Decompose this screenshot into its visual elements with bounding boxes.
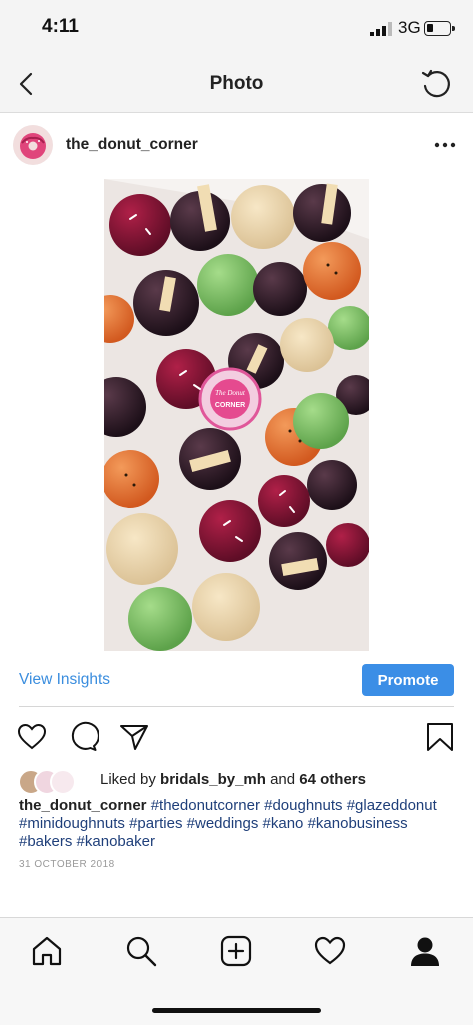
promote-button[interactable]: Promote xyxy=(362,664,454,696)
hashtag[interactable]: #bakers xyxy=(19,833,72,850)
hashtag[interactable]: #weddings xyxy=(187,815,259,832)
battery-icon xyxy=(424,21,455,36)
post-actions: Liked by bridals_by_mh and 64 others the… xyxy=(0,707,473,917)
nav-bar: Photo xyxy=(0,58,473,113)
status-time: 4:11 xyxy=(42,16,79,37)
page-title: Photo xyxy=(209,73,264,94)
signal-icon xyxy=(370,22,392,36)
liked-by-and: and xyxy=(270,771,296,788)
post-caption: the_donut_corner #thedonutcorner #doughn… xyxy=(19,797,459,851)
home-icon[interactable] xyxy=(30,934,64,968)
activity-heart-icon[interactable] xyxy=(313,934,347,968)
avatar[interactable] xyxy=(13,125,53,165)
search-icon[interactable] xyxy=(124,934,158,968)
liked-by-prefix: Liked by xyxy=(100,771,156,788)
photo-container: The Donut CORNER xyxy=(0,179,473,651)
home-indicator[interactable] xyxy=(152,1008,321,1013)
bookmark-icon[interactable] xyxy=(424,721,456,753)
network-type: 3G xyxy=(398,18,421,37)
hashtag[interactable]: #thedonutcorner xyxy=(151,797,260,814)
insights-row: View Insights Promote xyxy=(0,651,473,707)
hashtag[interactable]: #kano xyxy=(263,815,304,832)
hashtag[interactable]: #doughnuts xyxy=(264,797,342,814)
bottom-tab-bar xyxy=(0,917,473,1025)
post-date: 31 OCTOBER 2018 xyxy=(19,859,115,870)
post-header: the_donut_corner xyxy=(0,113,473,180)
liked-by-text: Liked by bridals_by_mh and 64 others xyxy=(100,771,366,788)
liked-by-user[interactable]: bridals_by_mh xyxy=(160,771,266,788)
svg-text:CORNER: CORNER xyxy=(215,402,245,409)
status-bar: 4:11 3G xyxy=(0,0,473,58)
svg-text:The Donut: The Donut xyxy=(215,389,246,397)
liked-by-others[interactable]: 64 others xyxy=(299,771,366,788)
hashtag[interactable]: #kanobaker xyxy=(77,833,155,850)
hashtag[interactable]: #glazeddonut xyxy=(347,797,437,814)
post-photo[interactable]: The Donut CORNER xyxy=(104,179,369,651)
hashtag[interactable]: #kanobusiness xyxy=(308,815,408,832)
add-post-icon[interactable] xyxy=(219,934,253,968)
comment-icon[interactable] xyxy=(67,721,99,753)
hashtag[interactable]: #minidoughnuts xyxy=(19,815,125,832)
more-options-icon[interactable] xyxy=(430,135,460,155)
refresh-icon[interactable] xyxy=(418,66,454,102)
view-insights-link[interactable]: View Insights xyxy=(19,671,110,689)
heart-icon[interactable] xyxy=(16,721,48,753)
post-username[interactable]: the_donut_corner xyxy=(66,136,198,154)
share-icon[interactable] xyxy=(118,721,150,753)
hashtag[interactable]: #parties xyxy=(129,815,182,832)
caption-username[interactable]: the_donut_corner xyxy=(19,797,147,814)
liker-avatar xyxy=(50,769,76,795)
profile-icon[interactable] xyxy=(408,934,442,968)
